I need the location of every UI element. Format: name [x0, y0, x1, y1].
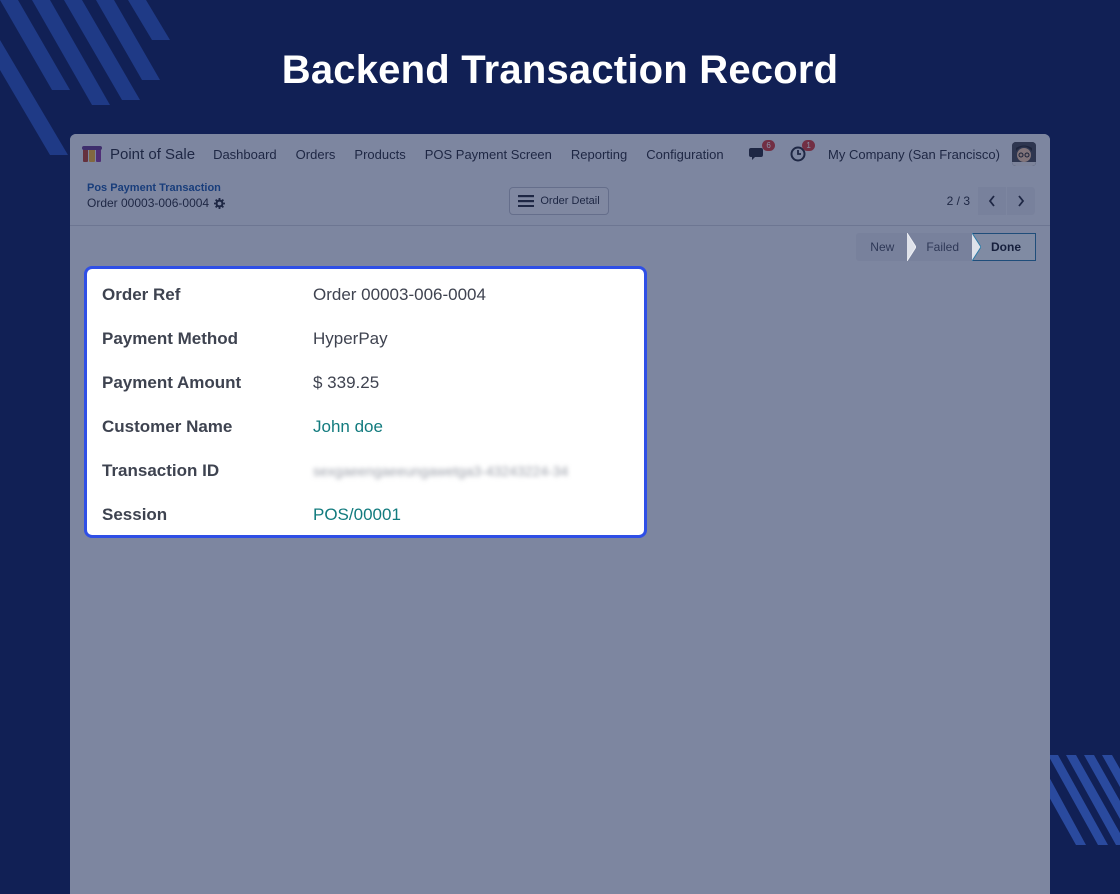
app-name[interactable]: Point of Sale	[110, 146, 195, 163]
control-panel: Pos Payment Transaction Order 00003-006-…	[70, 174, 1050, 226]
field-session: Session POS/00001	[102, 505, 401, 525]
step-arrow	[972, 233, 981, 261]
pos-app-icon[interactable]	[82, 145, 102, 163]
status-step-done[interactable]: Done	[973, 233, 1036, 261]
transaction-detail-card: Order Ref Order 00003-006-0004 Payment M…	[84, 266, 647, 538]
chevron-left-icon	[988, 195, 995, 207]
navbar-right: 6 1 My Company (San Francisco)	[748, 140, 1036, 166]
breadcrumb-parent-link[interactable]: Pos Payment Transaction	[87, 182, 225, 194]
breadcrumb-current: Order 00003-006-0004	[87, 196, 226, 210]
transaction-id-value: sexgaeengaeeungawetga3-43243224-34	[313, 463, 569, 479]
breadcrumb-current-label: Order 00003-006-0004	[87, 196, 210, 210]
status-step-label: New	[870, 240, 895, 254]
field-label: Order Ref	[102, 285, 181, 304]
chat-icon[interactable]: 6	[748, 140, 776, 164]
order-detail-button[interactable]: Order Detail	[509, 187, 609, 215]
field-transaction-id: Transaction ID sexgaeengaeeungawetga3-43…	[102, 461, 568, 481]
field-label: Payment Amount	[102, 373, 242, 392]
status-step-new[interactable]: New	[856, 233, 917, 261]
activities-count-badge: 1	[802, 140, 816, 151]
pager: 2 / 3	[947, 187, 1036, 215]
customer-link[interactable]: John doe	[313, 417, 383, 437]
chevron-right-icon	[1018, 195, 1025, 207]
field-value: Order 00003-006-0004	[313, 285, 486, 304]
gear-icon[interactable]	[214, 197, 226, 209]
clock-icon[interactable]: 1	[788, 140, 816, 164]
field-order-ref: Order Ref Order 00003-006-0004	[102, 285, 486, 305]
order-detail-label: Order Detail	[540, 195, 600, 207]
field-label: Session	[102, 505, 168, 524]
breadcrumb: Pos Payment Transaction Order 00003-006-…	[87, 182, 226, 210]
field-label: Payment Method	[102, 329, 239, 348]
pager-next-button[interactable]	[1007, 187, 1036, 215]
menu-lines-icon	[518, 195, 535, 207]
step-arrow	[907, 233, 917, 261]
status-bar: New Failed Done	[856, 233, 1036, 261]
status-step-label: Done	[991, 240, 1021, 254]
field-payment-method: Payment Method HyperPay	[102, 329, 388, 349]
messages-count-badge: 6	[762, 140, 776, 151]
session-link[interactable]: POS/00001	[313, 505, 401, 525]
menu-dashboard[interactable]: Dashboard	[213, 147, 277, 162]
page-heading: Backend Transaction Record	[281, 48, 839, 92]
status-step-label: Failed	[926, 240, 959, 254]
top-navbar: Point of Sale Dashboard Orders Products …	[70, 134, 1050, 174]
menu-pos-payment-screen[interactable]: POS Payment Screen	[425, 147, 552, 162]
field-label: Transaction ID	[102, 461, 220, 480]
status-step-failed[interactable]: Failed	[908, 233, 981, 261]
menu-reporting[interactable]: Reporting	[571, 147, 627, 162]
avatar[interactable]	[1012, 142, 1036, 166]
decorative-stripes	[1048, 755, 1120, 845]
menu-configuration[interactable]: Configuration	[646, 147, 723, 162]
field-label: Customer Name	[102, 417, 233, 436]
field-value: HyperPay	[313, 329, 388, 348]
pager-value[interactable]: 2 / 3	[947, 194, 970, 208]
pager-previous-button[interactable]	[978, 187, 1007, 215]
menu-products[interactable]: Products	[354, 147, 405, 162]
field-customer-name: Customer Name John doe	[102, 417, 383, 437]
menu-orders[interactable]: Orders	[296, 147, 336, 162]
field-value: $ 339.25	[313, 373, 380, 392]
field-payment-amount: Payment Amount $ 339.25	[102, 373, 379, 393]
company-switcher[interactable]: My Company (San Francisco)	[828, 147, 1000, 162]
